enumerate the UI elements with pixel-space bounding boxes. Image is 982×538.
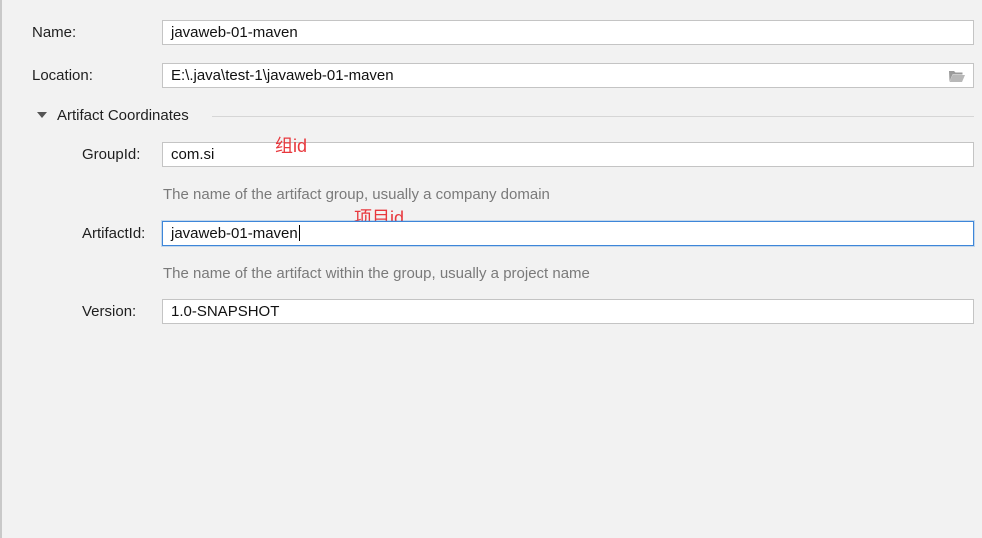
triangle-down-icon[interactable] bbox=[37, 112, 47, 118]
name-input[interactable]: javaweb-01-maven bbox=[162, 20, 974, 45]
version-input[interactable]: 1.0-SNAPSHOT bbox=[162, 299, 974, 324]
artifactid-value: javaweb-01-maven bbox=[171, 225, 298, 242]
artifactid-label: ArtifactId: bbox=[82, 225, 146, 242]
window-left-border bbox=[0, 0, 2, 538]
artifact-coordinates-title[interactable]: Artifact Coordinates bbox=[57, 107, 189, 124]
text-caret bbox=[298, 225, 300, 241]
groupid-hint: The name of the artifact group, usually … bbox=[163, 186, 550, 203]
location-value: E:\.java\test-1\javaweb-01-maven bbox=[171, 67, 394, 84]
location-input[interactable]: E:\.java\test-1\javaweb-01-maven bbox=[162, 63, 974, 88]
name-label: Name: bbox=[32, 24, 77, 41]
folder-open-icon[interactable] bbox=[948, 69, 966, 83]
artifactid-input[interactable]: javaweb-01-maven bbox=[162, 221, 974, 246]
section-divider bbox=[212, 116, 974, 117]
groupid-label: GroupId: bbox=[82, 146, 141, 163]
location-label: Location: bbox=[32, 67, 93, 84]
version-label: Version: bbox=[82, 303, 137, 320]
artifactid-hint: The name of the artifact within the grou… bbox=[163, 265, 590, 282]
groupid-annotation: 组id bbox=[275, 136, 308, 156]
